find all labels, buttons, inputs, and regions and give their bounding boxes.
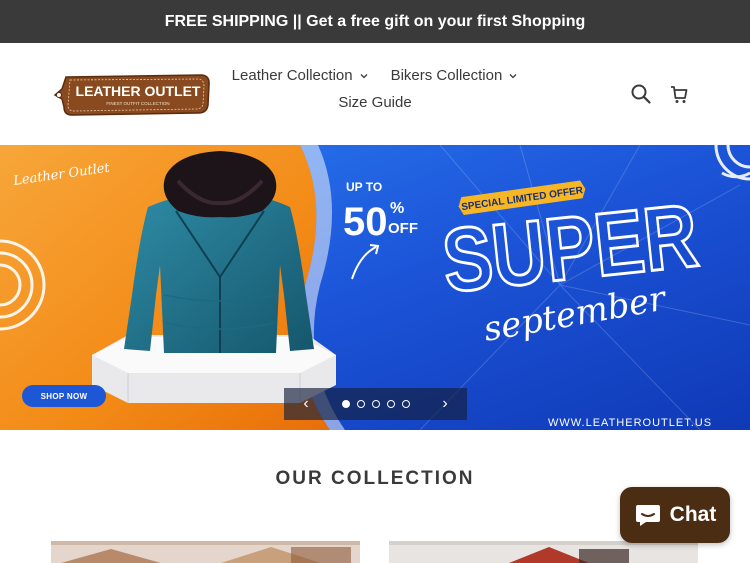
nav-item-bikers-collection[interactable]: Bikers Collection — [391, 67, 519, 84]
nav-label: Bikers Collection — [390, 67, 503, 84]
chevron-down-icon — [509, 73, 517, 78]
slide-dot-2[interactable] — [356, 400, 365, 408]
slide-dot-5[interactable] — [401, 400, 410, 408]
logo-name: LEATHER OUTLET — [76, 83, 201, 99]
cart-icon[interactable] — [668, 83, 690, 105]
shop-now-label: SHOP NOW — [40, 391, 88, 401]
slider-controls: ‹ › — [284, 388, 467, 420]
nav-item-leather-collection[interactable]: Leather Collection — [232, 67, 369, 84]
discount-value: 50 — [343, 200, 388, 244]
chat-bubble-icon — [635, 505, 660, 526]
logo-tagline: FINEST OUTFIT COLLECTION — [106, 101, 169, 106]
announcement-bar: FREE SHIPPING || Get a free gift on your… — [0, 0, 750, 43]
site-header: LEATHER OUTLET FINEST OUTFIT COLLECTION … — [0, 43, 750, 145]
nav-item-size-guide[interactable]: Size Guide — [338, 94, 411, 111]
slide-dot-3[interactable] — [371, 400, 380, 408]
slide-dot-4[interactable] — [386, 400, 395, 408]
logo[interactable]: LEATHER OUTLET FINEST OUTFIT COLLECTION — [52, 71, 212, 117]
main-nav: Leather Collection Bikers Collection Siz… — [225, 67, 525, 111]
chevron-down-icon — [360, 73, 368, 78]
announcement-text: FREE SHIPPING || Get a free gift on your… — [164, 12, 586, 30]
discount-suffix: OFF — [388, 220, 418, 237]
search-icon[interactable] — [630, 83, 652, 105]
nav-label: Size Guide — [338, 94, 412, 111]
discount-prefix: UP TO — [346, 180, 382, 194]
collection-image-2 — [389, 541, 698, 563]
prev-slide-button[interactable]: ‹ — [300, 395, 312, 413]
hero-banner[interactable]: Leather Outlet UP TO 50 % OFF SPECIAL LI… — [0, 145, 750, 430]
hero-website: WWW.LEATHEROUTLET.US — [548, 417, 712, 429]
nav-label: Leather Collection — [231, 67, 353, 84]
chat-button[interactable]: Chat — [620, 487, 730, 543]
slide-dot-1[interactable] — [341, 400, 350, 408]
collection-card-2[interactable] — [389, 541, 698, 563]
logo-image: LEATHER OUTLET FINEST OUTFIT COLLECTION — [53, 74, 210, 116]
chat-label: Chat — [669, 503, 717, 526]
slider-dots — [341, 400, 410, 408]
discount-unit: % — [390, 200, 404, 217]
shop-now-button[interactable]: SHOP NOW — [22, 385, 106, 407]
next-slide-button[interactable]: › — [439, 395, 451, 413]
collection-image-1 — [51, 541, 360, 563]
collection-card-1[interactable] — [51, 541, 360, 563]
